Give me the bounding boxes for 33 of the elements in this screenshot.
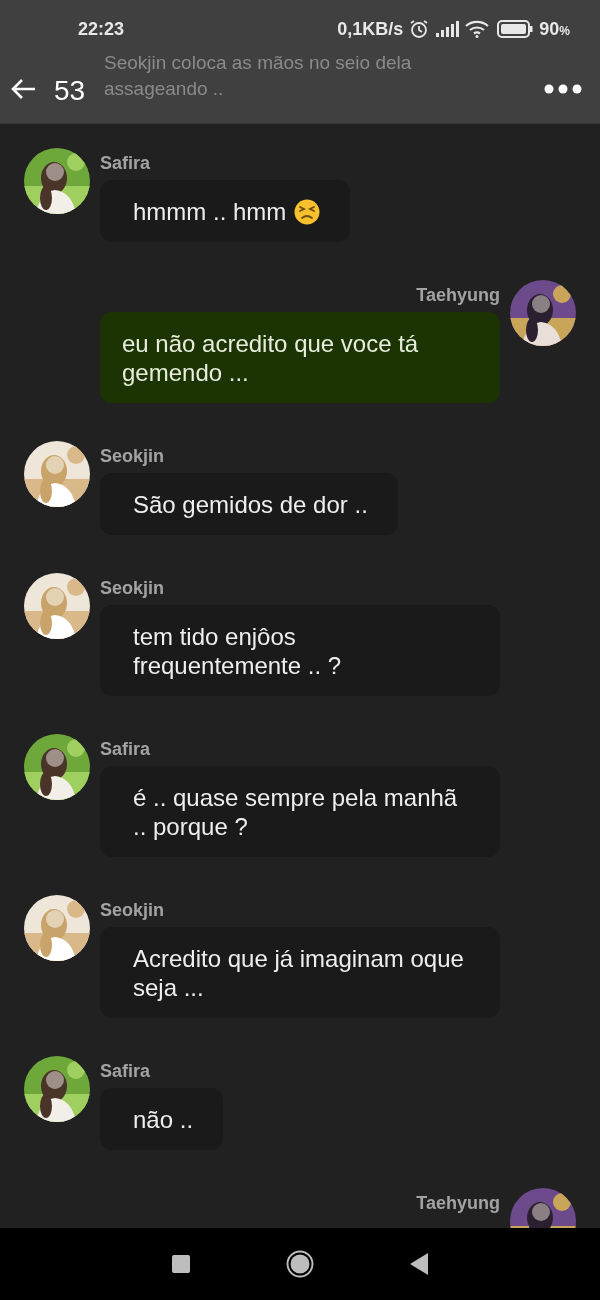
message-bubble: eu não acredito que voce tá gemendo ... [100,312,500,403]
back-triangle-icon [410,1253,428,1275]
square-icon [172,1255,190,1273]
back-nav-button[interactable] [410,1253,428,1275]
more-button[interactable] [544,83,582,94]
message-bubble: não .. [100,1088,224,1150]
faded-story-text: assageando .. [104,77,224,101]
home-circle-icon [286,1250,314,1278]
signal-icon [435,21,460,37]
alarm-clock-icon [409,19,430,39]
sender-name: Safira [100,152,151,174]
message-bubble: São gemidos de dor .. [100,473,398,535]
sender-name: Seokjin [100,577,165,599]
sender-name: Safira [100,1060,151,1082]
network-speed: 0,1KB/s [337,18,404,40]
more-dots-icon [544,83,582,94]
home-button[interactable] [286,1250,314,1278]
chat-title: 53 [54,73,86,107]
clock-time: 22:23 [78,18,125,40]
back-arrow-icon [10,77,36,100]
sender-name: Seokjin [100,445,165,467]
sender-name: Taehyung [416,1192,500,1214]
message-bubble: Acredito que já imaginam oque seja ... [100,927,500,1018]
sender-name: Seokjin [100,899,165,921]
sender-name: Taehyung [416,284,500,306]
battery-percent: 90% [539,18,570,40]
message-bubble: é .. quase sempre pela manhã .. porque ? [100,766,500,857]
battery-icon [497,20,534,38]
faded-story-text: Seokjin coloca as mãos no seio dela [104,51,412,75]
message-bubble: tem tido enjôos frequentemente .. ? [100,605,500,696]
message-bubble: hmmm .. hmm [100,180,351,242]
sender-name: Safira [100,738,151,760]
back-button[interactable] [10,77,36,100]
